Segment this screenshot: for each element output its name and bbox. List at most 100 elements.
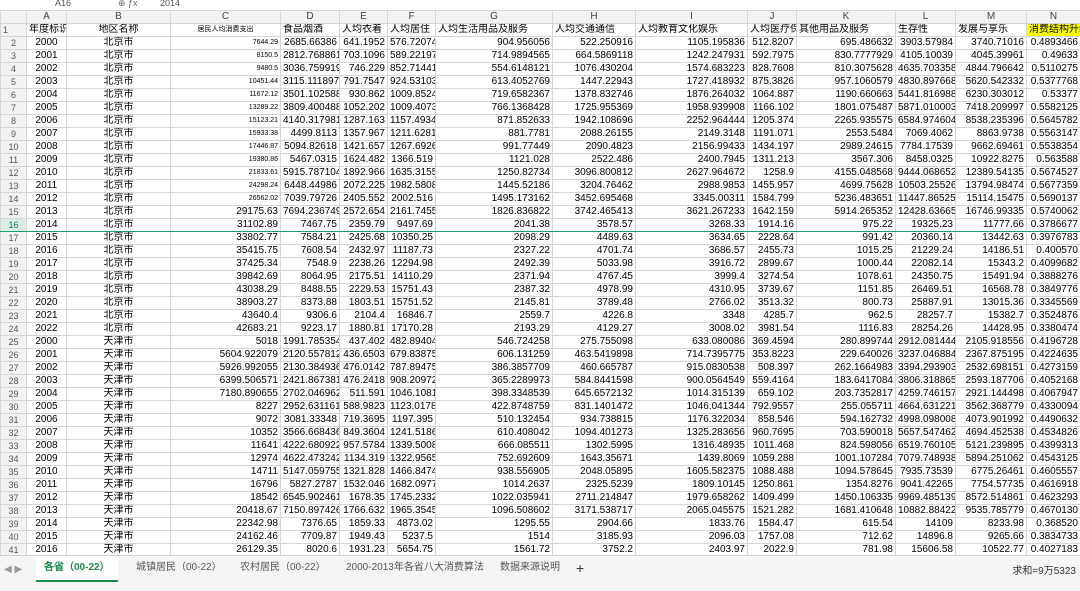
- cell-n[interactable]: 0.4099682: [1027, 258, 1080, 271]
- cell-m[interactable]: 13442.63: [956, 232, 1027, 245]
- cell-d[interactable]: 3809.400488: [281, 102, 340, 115]
- cell-j[interactable]: 1088.488: [748, 466, 797, 479]
- cell-d[interactable]: 2421.867381: [281, 375, 340, 388]
- cell-l[interactable]: 20360.14: [896, 232, 956, 245]
- cell-f[interactable]: 5654.75: [388, 544, 436, 556]
- cell-h[interactable]: 4226.8: [553, 310, 636, 323]
- column-title-k[interactable]: 其他用品及服务: [797, 24, 896, 37]
- cell-g[interactable]: 1826.836822: [436, 206, 553, 219]
- select-all-corner[interactable]: [1, 11, 27, 24]
- row-number[interactable]: 12: [1, 167, 27, 180]
- cell-b[interactable]: 北京市: [67, 193, 171, 206]
- cell-k[interactable]: 3567.306: [797, 154, 896, 167]
- cell-h[interactable]: 5033.98: [553, 258, 636, 271]
- cell-g[interactable]: 666.085511: [436, 440, 553, 453]
- row-number[interactable]: 3: [1, 50, 27, 63]
- cell-g[interactable]: 2371.94: [436, 271, 553, 284]
- cell-i[interactable]: 2156.99433: [636, 141, 748, 154]
- column-title-c[interactable]: 居民人均消费支出: [171, 24, 281, 37]
- cell-j[interactable]: 1584.799: [748, 193, 797, 206]
- row-number[interactable]: 17: [1, 232, 27, 245]
- cell-a[interactable]: 2016: [27, 245, 67, 258]
- cell-n[interactable]: 0.5740062: [1027, 206, 1080, 219]
- cell-j[interactable]: 1914.16: [748, 219, 797, 232]
- cell-i[interactable]: 3916.72: [636, 258, 748, 271]
- cell-d[interactable]: 1991.785354: [281, 336, 340, 349]
- column-title-b[interactable]: 地区名称: [67, 24, 171, 37]
- cell-f[interactable]: 11187.73: [388, 245, 436, 258]
- cell-e[interactable]: 849.3604: [340, 427, 388, 440]
- cell-c[interactable]: 29175.63: [171, 206, 281, 219]
- cell-j[interactable]: 4285.7: [748, 310, 797, 323]
- cell-i[interactable]: 3348: [636, 310, 748, 323]
- cell-c[interactable]: 31102.89: [171, 219, 281, 232]
- row-number[interactable]: 1: [1, 24, 27, 37]
- cell-i[interactable]: 2096.03: [636, 531, 748, 544]
- cell-j[interactable]: 792.9557: [748, 401, 797, 414]
- cell-a[interactable]: 2010: [27, 167, 67, 180]
- cell-l[interactable]: 28257.7: [896, 310, 956, 323]
- cell-l[interactable]: 3394.293903: [896, 362, 956, 375]
- cell-f[interactable]: 15751.52: [388, 297, 436, 310]
- cell-h[interactable]: 3204.76462: [553, 180, 636, 193]
- cell-h[interactable]: 3578.57: [553, 219, 636, 232]
- cell-n[interactable]: 0.400570: [1027, 245, 1080, 258]
- cell-f[interactable]: 1009.8524: [388, 89, 436, 102]
- cell-k[interactable]: 810.3075628: [797, 63, 896, 76]
- cell-m[interactable]: 6230.303012: [956, 89, 1027, 102]
- cell-j[interactable]: 1011.468: [748, 440, 797, 453]
- column-header-a[interactable]: A: [27, 11, 67, 24]
- cell-j[interactable]: 1258.9: [748, 167, 797, 180]
- cell-m[interactable]: 15382.7: [956, 310, 1027, 323]
- row-number[interactable]: 14: [1, 193, 27, 206]
- cell-k[interactable]: 1078.61: [797, 271, 896, 284]
- cell-a[interactable]: 2002: [27, 362, 67, 375]
- cell-d[interactable]: 9223.17: [281, 323, 340, 336]
- cell-h[interactable]: 1643.35671: [553, 453, 636, 466]
- cell-d[interactable]: 4499.8113: [281, 128, 340, 141]
- cell-e[interactable]: 2175.51: [340, 271, 388, 284]
- cell-g[interactable]: 904.956056: [436, 37, 553, 50]
- cell-e[interactable]: 1678.35: [340, 492, 388, 505]
- cell-d[interactable]: 5147.059755: [281, 466, 340, 479]
- cell-e[interactable]: 2359.79: [340, 219, 388, 232]
- cell-b[interactable]: 北京市: [67, 219, 171, 232]
- cell-e[interactable]: 1880.81: [340, 323, 388, 336]
- cell-n[interactable]: 0.4623293: [1027, 492, 1080, 505]
- cell-b[interactable]: 北京市: [67, 141, 171, 154]
- cell-i[interactable]: 1105.195836: [636, 37, 748, 50]
- cell-h[interactable]: 1725.955369: [553, 102, 636, 115]
- cell-e[interactable]: 1321.828: [340, 466, 388, 479]
- cell-e[interactable]: 1134.319: [340, 453, 388, 466]
- cell-a[interactable]: 2014: [27, 518, 67, 531]
- cell-b[interactable]: 天津市: [67, 336, 171, 349]
- cell-b[interactable]: 北京市: [67, 115, 171, 128]
- cell-a[interactable]: 2013: [27, 505, 67, 518]
- cell-k[interactable]: 1094.578645: [797, 466, 896, 479]
- column-title-e[interactable]: 人均衣着: [340, 24, 388, 37]
- cell-e[interactable]: 2425.68: [340, 232, 388, 245]
- cell-n[interactable]: 0.3888276: [1027, 271, 1080, 284]
- row-number[interactable]: 2: [1, 37, 27, 50]
- column-header-j[interactable]: J: [748, 11, 797, 24]
- cell-i[interactable]: 915.0830538: [636, 362, 748, 375]
- row-number[interactable]: 5: [1, 76, 27, 89]
- cell-a[interactable]: 2014: [27, 219, 67, 232]
- column-title-n[interactable]: 消费结构升级: [1027, 24, 1080, 37]
- cell-j[interactable]: 1059.288: [748, 453, 797, 466]
- cell-e[interactable]: 1421.657: [340, 141, 388, 154]
- row-number[interactable]: 34: [1, 453, 27, 466]
- cell-l[interactable]: 5441.816988: [896, 89, 956, 102]
- row-number[interactable]: 32: [1, 427, 27, 440]
- cell-a[interactable]: 2015: [27, 232, 67, 245]
- cell-e[interactable]: 2072.225: [340, 180, 388, 193]
- cell-c[interactable]: 20418.67: [171, 505, 281, 518]
- cell-c[interactable]: 33802.77: [171, 232, 281, 245]
- cell-f[interactable]: 1366.519: [388, 154, 436, 167]
- cell-n[interactable]: 0.5677359: [1027, 180, 1080, 193]
- cell-n[interactable]: 0.53377: [1027, 89, 1080, 102]
- cell-h[interactable]: 2711.214847: [553, 492, 636, 505]
- cell-j[interactable]: 2022.9: [748, 544, 797, 556]
- cell-d[interactable]: 3501.102588: [281, 89, 340, 102]
- cell-g[interactable]: 1295.55: [436, 518, 553, 531]
